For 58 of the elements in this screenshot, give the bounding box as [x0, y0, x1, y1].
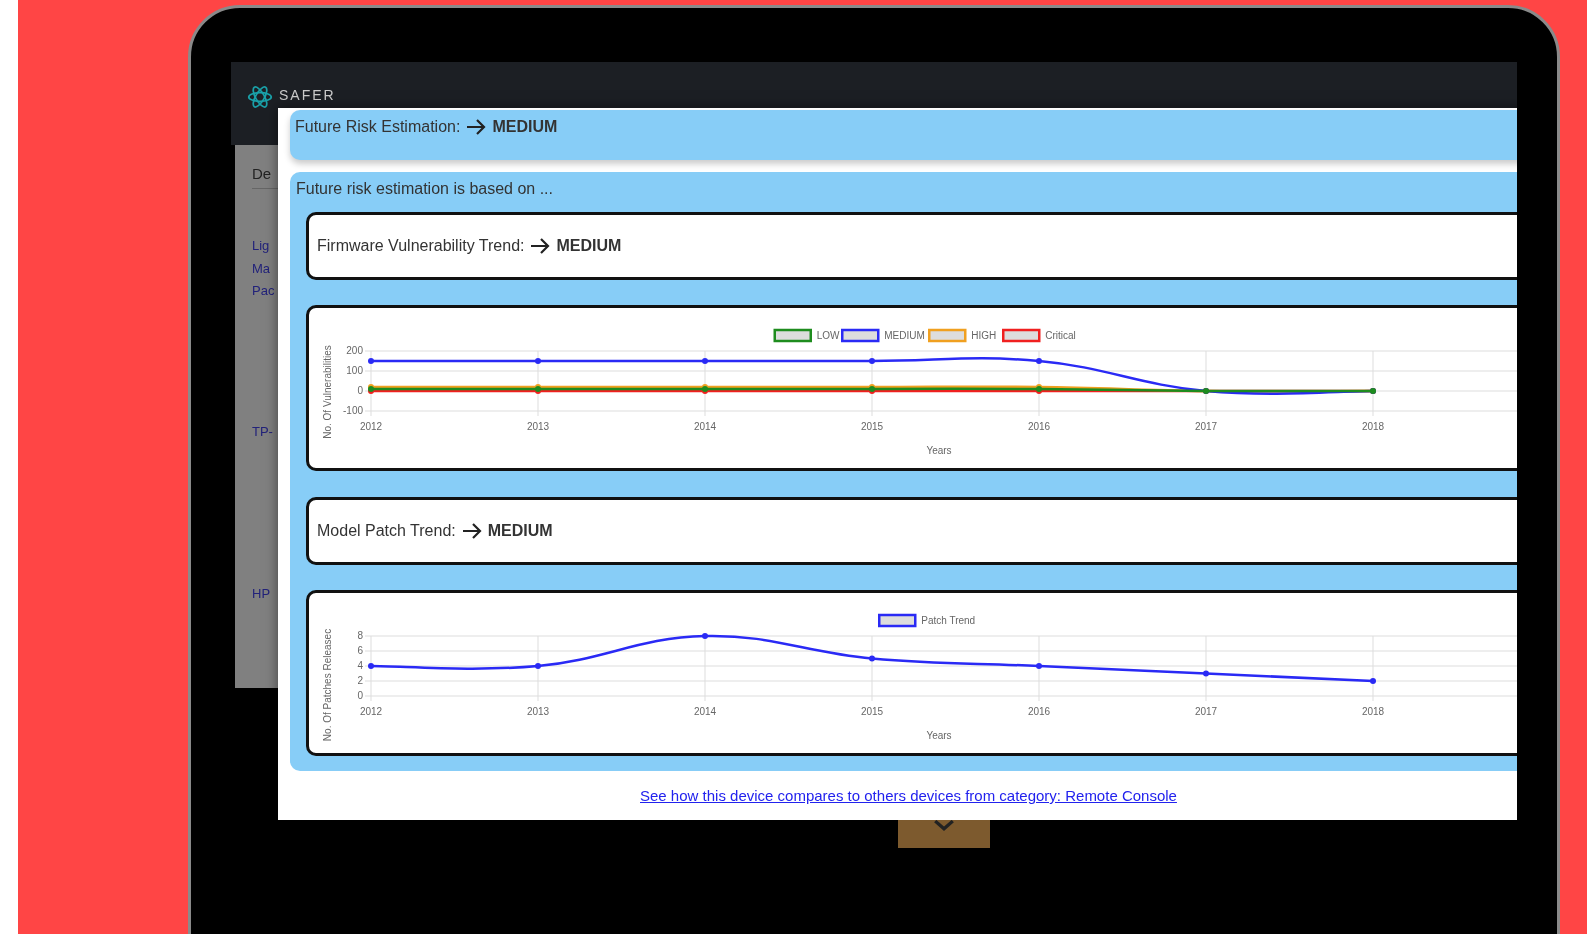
chevron-down-icon	[933, 820, 955, 831]
data-point	[535, 358, 541, 364]
atom-logo-icon	[247, 83, 273, 110]
axis-tick-label: 2018	[1361, 706, 1385, 717]
data-point	[702, 633, 708, 639]
axis-tick-label: 200	[346, 345, 363, 356]
legend-label: MEDIUM	[884, 330, 925, 341]
data-point	[869, 655, 875, 662]
axis-tick-label: 4	[357, 660, 363, 671]
axis-tick-label: 2017	[1194, 421, 1218, 432]
arrow-right-icon	[461, 523, 482, 539]
trend-value: MEDIUM	[487, 522, 553, 540]
axis-tick-label: 2015	[860, 706, 884, 717]
axis-tick-label: 100	[346, 365, 363, 376]
risk-label: Future Risk Estimation:	[295, 118, 461, 136]
x-axis-title: Years	[926, 445, 952, 456]
data-point	[1036, 663, 1042, 669]
data-point	[702, 358, 708, 364]
data-point	[1036, 358, 1042, 364]
data-point	[1370, 678, 1376, 684]
data-point	[535, 663, 541, 669]
data-point	[1203, 670, 1209, 677]
trend-label: Firmware Vulnerability Trend:	[317, 237, 525, 255]
axis-tick-label: 2014	[693, 421, 717, 432]
trend-label: Model Patch Trend:	[317, 522, 456, 540]
y-axis-title: No. Of Vulnerabilities	[322, 345, 333, 439]
legend-label: HIGH	[971, 330, 997, 341]
arrow-right-icon	[530, 238, 551, 254]
axis-tick-label: 2016	[1027, 706, 1051, 717]
axis-tick-label: 2016	[1027, 421, 1051, 432]
legend-label: LOW	[816, 330, 840, 341]
compare-link[interactable]: See how this device compares to others devices from category: Remote Console	[640, 787, 1177, 804]
axis-tick-label: 2014	[693, 706, 717, 717]
axis-tick-label: 2013	[526, 421, 550, 432]
y-axis-title: No. Of Patches Releasec	[322, 628, 333, 742]
axis-tick-label: 2018	[1361, 421, 1385, 432]
x-axis-title: Years	[926, 730, 952, 741]
axis-tick-label: 2013	[526, 706, 550, 717]
axis-tick-label: 6	[357, 645, 363, 656]
trend-value: MEDIUM	[556, 237, 622, 255]
axis-tick-label: 2012	[359, 421, 383, 432]
axis-tick-label: 8	[357, 630, 363, 641]
axis-tick-label: 2015	[860, 421, 884, 432]
axis-tick-label: 2012	[359, 706, 383, 717]
legend-label: Critical	[1045, 330, 1076, 341]
data-point	[869, 358, 875, 364]
data-point	[368, 663, 374, 669]
axis-tick-label: 0	[357, 690, 363, 701]
app-name: SAFER	[279, 86, 336, 103]
axis-tick-label: 2017	[1194, 706, 1218, 717]
scroll-down-button[interactable]	[898, 820, 990, 848]
axis-tick-label: -100	[343, 405, 363, 416]
risk-value: MEDIUM	[492, 118, 558, 136]
legend-label: Patch Trend	[921, 615, 976, 626]
arrow-right-icon	[466, 119, 487, 135]
axis-tick-label: 0	[357, 385, 363, 396]
axis-tick-label: 2	[357, 675, 363, 686]
data-point	[368, 358, 374, 364]
